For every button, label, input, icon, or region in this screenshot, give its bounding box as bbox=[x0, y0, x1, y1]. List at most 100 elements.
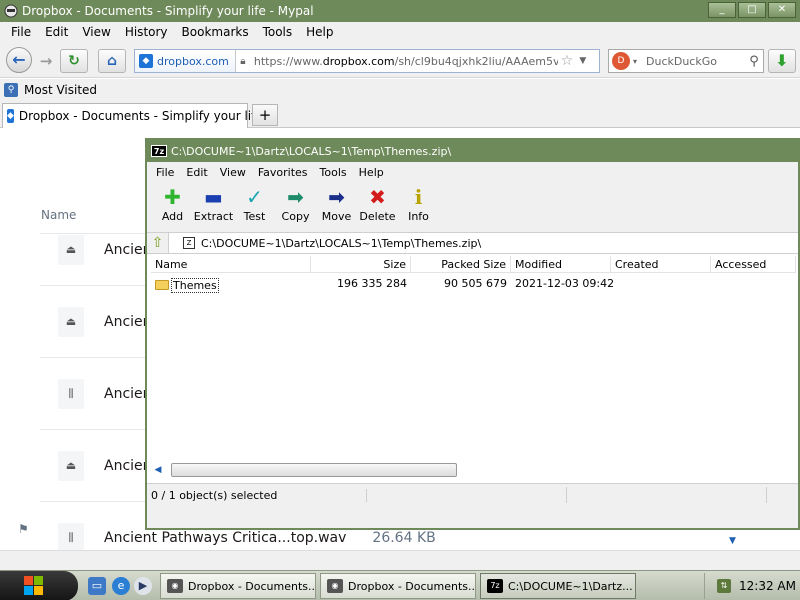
mypal-raccoon-icon: ◉ bbox=[327, 579, 343, 593]
back-button[interactable]: ← bbox=[6, 47, 32, 73]
dropbox-icon: ◆ bbox=[139, 54, 153, 68]
most-visited-icon: ⚲ bbox=[4, 83, 18, 97]
move-button[interactable]: ➡ Move bbox=[316, 182, 357, 232]
url-bar[interactable]: ◆ dropbox.com 🔒︎ https://www.dropbox.com… bbox=[134, 49, 600, 73]
system-tray: ⇅ 12:32 AM bbox=[704, 573, 798, 599]
task-label: Dropbox - Documents... bbox=[188, 579, 316, 593]
row-divider bbox=[40, 501, 150, 502]
7zip-menu-edit[interactable]: Edit bbox=[180, 166, 213, 179]
url-domain: dropbox.com bbox=[322, 54, 395, 68]
bookmarks-toolbar: ⚲ Most Visited bbox=[0, 79, 800, 101]
test-label: Test bbox=[243, 210, 266, 223]
table-row[interactable]: Themes 196 335 284 90 505 679 2021-12-03… bbox=[151, 276, 796, 293]
download-button[interactable]: ⬇ bbox=[768, 49, 796, 73]
move-label: Move bbox=[321, 210, 352, 223]
menu-bookmarks[interactable]: Bookmarks bbox=[175, 25, 256, 39]
7zip-menu-help[interactable]: Help bbox=[353, 166, 390, 179]
search-engine-dropdown-icon[interactable]: ▾ bbox=[630, 57, 640, 66]
7zip-icon: 7z bbox=[487, 579, 503, 593]
menu-view[interactable]: View bbox=[75, 25, 117, 39]
show-desktop-icon[interactable]: ▭ bbox=[88, 577, 106, 595]
flag-icon[interactable]: ⚑ bbox=[18, 522, 29, 536]
url-text[interactable]: https://www.dropbox.com/sh/cl9bu4qjxhk2l… bbox=[250, 55, 558, 68]
minimize-button[interactable]: _ bbox=[708, 2, 736, 18]
clock[interactable]: 12:32 AM bbox=[739, 579, 796, 593]
disc-icon: ⏏ bbox=[58, 451, 84, 481]
status-text: 0 / 1 object(s) selected bbox=[147, 488, 367, 502]
taskbar-dropbox-window[interactable]: ◉ Dropbox - Documents... bbox=[160, 573, 316, 599]
column-header-accessed[interactable]: Accessed bbox=[711, 256, 796, 272]
waveform-icon: ⫼ bbox=[58, 379, 84, 409]
file-name[interactable]: Ancient Pathways Critica...top.wav bbox=[104, 530, 346, 546]
search-icon[interactable]: ⚲ bbox=[745, 54, 763, 69]
row-name-cell: Themes bbox=[151, 276, 311, 293]
7zip-menu-favorites[interactable]: Favorites bbox=[252, 166, 314, 179]
url-dropdown-icon[interactable]: ▼ bbox=[576, 56, 590, 66]
column-header-name[interactable]: Name bbox=[151, 256, 311, 272]
menu-tools[interactable]: Tools bbox=[256, 25, 300, 39]
file-size: 26.64 KB bbox=[372, 530, 436, 546]
chevron-down-icon[interactable]: ▼ bbox=[729, 536, 736, 546]
search-bar[interactable]: D ▾ DuckDuckGo ⚲ bbox=[608, 49, 764, 73]
minus-icon: ▬ bbox=[204, 185, 223, 209]
dropbox-icon: ◆ bbox=[7, 109, 14, 123]
list-horizontal-scrollbar[interactable]: ◀ bbox=[151, 462, 796, 478]
plus-icon: ✚ bbox=[164, 185, 181, 209]
copy-arrow-icon: ➡ bbox=[287, 185, 304, 209]
7zip-file-list[interactable]: Name Size Packed Size Modified Created A… bbox=[147, 254, 798, 484]
home-button[interactable]: ⌂ bbox=[98, 49, 126, 73]
info-label: Info bbox=[408, 210, 429, 223]
site-identity-badge[interactable]: ◆ dropbox.com bbox=[135, 50, 236, 72]
menu-history[interactable]: History bbox=[118, 25, 175, 39]
mypal-raccoon-icon bbox=[4, 4, 18, 18]
column-header-created[interactable]: Created bbox=[611, 256, 711, 272]
7zip-menu-view[interactable]: View bbox=[214, 166, 252, 179]
7zip-toolbar: ✚ Add ▬ Extract ✓ Test ➡ Copy ➡ Move ✖ D… bbox=[147, 182, 798, 232]
duckduckgo-icon[interactable]: D bbox=[612, 52, 630, 70]
browser-titlebar[interactable]: Dropbox - Documents - Simplify your life… bbox=[0, 0, 800, 22]
info-button[interactable]: i Info bbox=[398, 182, 439, 232]
row-divider bbox=[40, 357, 150, 358]
column-header-modified[interactable]: Modified bbox=[511, 256, 611, 272]
7zip-address-text[interactable]: C:\DOCUME~1\Dartz\LOCALS~1\Temp\Themes.z… bbox=[201, 237, 481, 250]
add-button[interactable]: ✚ Add bbox=[152, 182, 193, 232]
taskbar-dropbox-window-2[interactable]: ◉ Dropbox - Documents... bbox=[320, 573, 476, 599]
column-header-size[interactable]: Size bbox=[311, 256, 411, 272]
test-button[interactable]: ✓ Test bbox=[234, 182, 275, 232]
search-input[interactable]: DuckDuckGo bbox=[640, 55, 745, 68]
7zip-menu-tools[interactable]: Tools bbox=[314, 166, 353, 179]
taskbar: ▭ e ▶ ◉ Dropbox - Documents... ◉ Dropbox… bbox=[0, 570, 800, 600]
7zip-menu-file[interactable]: File bbox=[150, 166, 180, 179]
column-header-packed-size[interactable]: Packed Size bbox=[411, 256, 511, 272]
internet-explorer-icon[interactable]: e bbox=[112, 577, 130, 595]
reload-button[interactable]: ↻ bbox=[60, 49, 88, 73]
tab-dropbox-documents[interactable]: ◆ Dropbox - Documents - Simplify your li… bbox=[2, 103, 263, 128]
taskbar-7zip-window[interactable]: 7z C:\DOCUME~1\Dartz... bbox=[480, 573, 636, 599]
extract-button[interactable]: ▬ Extract bbox=[193, 182, 234, 232]
column-header-name[interactable]: Name bbox=[41, 208, 76, 222]
start-button[interactable] bbox=[0, 571, 78, 600]
forward-button[interactable]: → bbox=[36, 51, 56, 71]
row-name[interactable]: Themes bbox=[171, 277, 219, 293]
bookmark-star-icon[interactable]: ☆ bbox=[558, 53, 576, 69]
bookmark-most-visited[interactable]: Most Visited bbox=[24, 83, 97, 97]
maximize-button[interactable]: □ bbox=[738, 2, 766, 18]
scrollbar-thumb[interactable] bbox=[171, 463, 457, 477]
new-tab-button[interactable]: + bbox=[252, 104, 278, 126]
row-size: 196 335 284 bbox=[337, 277, 407, 290]
close-button[interactable]: ✕ bbox=[768, 2, 796, 18]
menu-file[interactable]: File bbox=[4, 25, 38, 39]
scroll-left-icon[interactable]: ◀ bbox=[151, 465, 165, 475]
media-player-icon[interactable]: ▶ bbox=[134, 577, 152, 595]
delete-button[interactable]: ✖ Delete bbox=[357, 182, 398, 232]
copy-button[interactable]: ➡ Copy bbox=[275, 182, 316, 232]
menu-edit[interactable]: Edit bbox=[38, 25, 75, 39]
7zip-titlebar[interactable]: 7z C:\DOCUME~1\Dartz\LOCALS~1\Temp\Theme… bbox=[147, 140, 798, 162]
page-horizontal-scrollbar[interactable] bbox=[0, 550, 800, 570]
task-label: C:\DOCUME~1\Dartz... bbox=[508, 579, 633, 593]
menu-help[interactable]: Help bbox=[299, 25, 340, 39]
folder-up-icon[interactable]: ⇧ bbox=[147, 233, 169, 253]
network-icon[interactable]: ⇅ bbox=[717, 579, 731, 593]
7zip-address-bar[interactable]: ⇧ Z C:\DOCUME~1\Dartz\LOCALS~1\Temp\Them… bbox=[147, 232, 798, 254]
check-icon: ✓ bbox=[246, 185, 263, 209]
